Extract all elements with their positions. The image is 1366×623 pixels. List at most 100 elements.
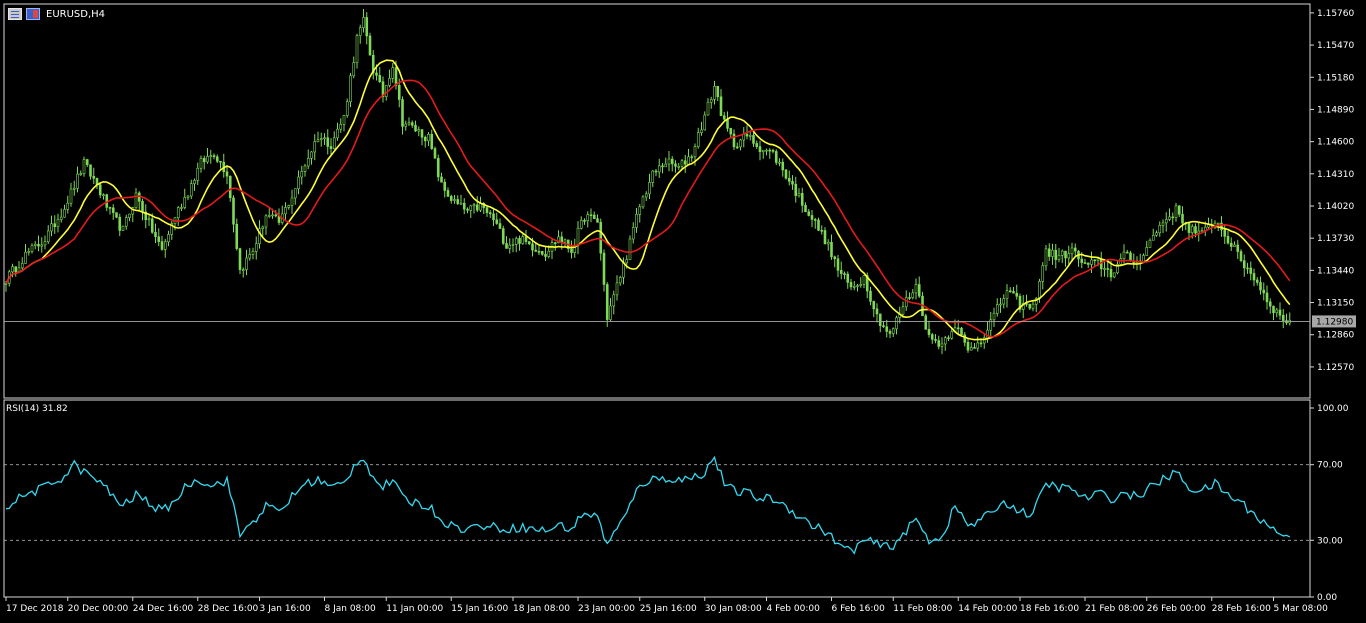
candle-body: [852, 286, 856, 288]
candle-body: [391, 67, 395, 79]
candle-body: [514, 238, 518, 245]
candle-body: [310, 151, 313, 159]
candle-body: [329, 146, 333, 149]
rsi-tick-label: 0.00: [1317, 593, 1337, 603]
candle-body: [1125, 251, 1129, 254]
candle-body: [979, 342, 983, 345]
chart-window-icon[interactable]: [8, 8, 22, 20]
candle-body: [1272, 305, 1275, 314]
time-tick-label: 28 Dec 16:00: [198, 604, 259, 614]
time-tick-label: 23 Jan 00:00: [578, 604, 635, 614]
price-tick-label: 1.15760: [1317, 9, 1354, 19]
candle-body: [264, 215, 268, 228]
price-chart[interactable]: 1.15760 1.15470 1.15180 1.14890 1.14600 1.143…: [0, 0, 1366, 623]
candle-body: [1112, 272, 1116, 278]
candle-body: [176, 207, 180, 219]
candle-body: [459, 202, 463, 205]
price-tick-label: 1.14020: [1317, 202, 1354, 212]
rsi-tick-label: 30.00: [1317, 536, 1343, 546]
candle-body: [274, 214, 278, 217]
candle-body: [677, 166, 681, 168]
candle-body: [1119, 258, 1123, 265]
candle-body: [778, 161, 781, 164]
candle-body: [521, 236, 525, 244]
candle-body: [631, 227, 635, 240]
candle-body: [888, 331, 892, 334]
candle-body: [1047, 248, 1051, 257]
candle-body: [316, 139, 320, 142]
time-tick-label: 18 Feb 16:00: [1020, 604, 1079, 614]
candle-body: [134, 192, 138, 209]
candle-body: [37, 243, 40, 247]
candle-body: [856, 285, 859, 287]
candle-body: [50, 223, 53, 232]
price-tick-label: 1.13730: [1317, 234, 1354, 244]
candle-body: [111, 207, 115, 213]
candle-body: [787, 177, 791, 182]
candle-body: [622, 262, 625, 278]
candle-body: [1216, 222, 1220, 225]
candle-body: [924, 315, 928, 330]
candle-body: [833, 256, 837, 260]
candle-body: [160, 241, 164, 250]
candle-body: [1060, 250, 1064, 256]
time-tick-label: 8 Jan 08:00: [325, 604, 377, 614]
time-tick-label: 25 Jan 16:00: [640, 604, 697, 614]
candle-body: [537, 251, 541, 253]
candle-body: [462, 202, 466, 210]
candle-body: [1064, 250, 1067, 259]
candle-body: [992, 312, 996, 321]
candle-body: [98, 184, 102, 196]
candle-body: [1080, 258, 1084, 263]
candle-body: [115, 212, 118, 218]
candle-body: [706, 101, 710, 116]
candle-body: [901, 306, 905, 315]
candle-body: [466, 208, 469, 211]
candle-body: [407, 122, 411, 125]
candle-body: [1197, 230, 1201, 234]
candle-body: [475, 204, 479, 211]
candle-body: [1168, 216, 1171, 220]
candle-body: [878, 313, 882, 326]
candle-body: [1145, 247, 1149, 256]
candle-body: [635, 214, 638, 228]
candle-body: [287, 205, 291, 208]
candle-body: [1096, 258, 1100, 261]
candle-body: [612, 294, 616, 307]
candle-body: [1012, 291, 1015, 294]
candle-body: [875, 308, 879, 315]
candle-body: [1106, 268, 1110, 270]
candle-body: [1002, 298, 1006, 305]
current-price-label: 1.12980: [1316, 317, 1353, 327]
candle-body: [683, 160, 687, 165]
time-tick-label: 30 Jan 08:00: [705, 604, 762, 614]
rsi-tick-label: 70.00: [1317, 461, 1343, 471]
candle-body: [797, 193, 801, 196]
time-tick-label: 11 Feb 08:00: [893, 604, 952, 614]
candle-body: [102, 194, 105, 196]
candle-body: [423, 136, 427, 142]
candle-body: [53, 223, 57, 228]
candle-body: [267, 215, 271, 217]
candle-body: [1223, 229, 1227, 237]
candle-body: [384, 85, 388, 98]
candle-body: [638, 206, 642, 215]
time-tick-label: 21 Feb 08:00: [1085, 604, 1144, 614]
candle-body: [479, 203, 482, 211]
candle-body: [641, 196, 645, 208]
candle-body: [69, 188, 73, 204]
price-tick-label: 1.13150: [1317, 299, 1354, 309]
candle-body: [430, 134, 434, 149]
candle-body: [956, 327, 960, 330]
candle-body: [1177, 205, 1181, 215]
candle-body: [768, 149, 772, 152]
candle-body: [180, 207, 183, 209]
chart-background: [0, 0, 1366, 623]
candle-body: [245, 257, 248, 270]
candle-body: [807, 211, 811, 216]
candle-body: [596, 218, 599, 223]
candle-body: [43, 241, 47, 246]
candle-body: [654, 170, 658, 173]
candle-body: [524, 236, 528, 242]
candle-body: [1073, 247, 1077, 252]
